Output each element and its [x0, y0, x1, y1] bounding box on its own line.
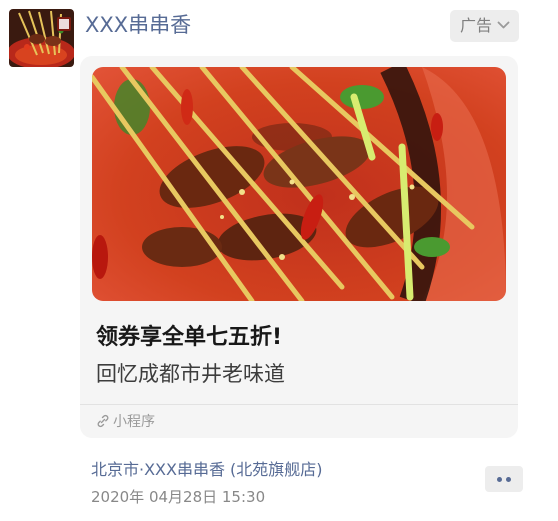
link-icon — [97, 414, 109, 428]
ad-subline: 回忆成都市井老味道 — [96, 362, 285, 386]
chevron-down-icon — [497, 21, 510, 29]
advertiser-name[interactable]: XXX串串香 — [85, 10, 191, 40]
post-timestamp: 2020年 04月28日 15:30 — [91, 488, 266, 506]
mini-program-source: 小程序 — [96, 412, 155, 432]
ad-tag-button[interactable]: 广告 — [450, 10, 519, 42]
food-photo — [92, 67, 506, 301]
ad-tag-label: 广告 — [460, 16, 493, 35]
ad-headline: 领券享全单七五折! — [96, 325, 283, 350]
advertiser-avatar[interactable] — [9, 9, 74, 67]
more-dot — [506, 477, 511, 482]
ad-card[interactable]: 领券享全单七五折! 回忆成都市井老味道 小程序 — [80, 56, 518, 438]
more-dot — [497, 477, 502, 482]
ad-image[interactable] — [92, 67, 506, 301]
avatar-image — [9, 9, 74, 67]
card-divider — [80, 404, 518, 405]
mini-program-label: 小程序 — [113, 414, 155, 430]
more-dots-icon[interactable] — [485, 466, 523, 492]
location-link[interactable]: 北京市·XXX串串香 (北苑旗舰店) — [91, 456, 323, 480]
